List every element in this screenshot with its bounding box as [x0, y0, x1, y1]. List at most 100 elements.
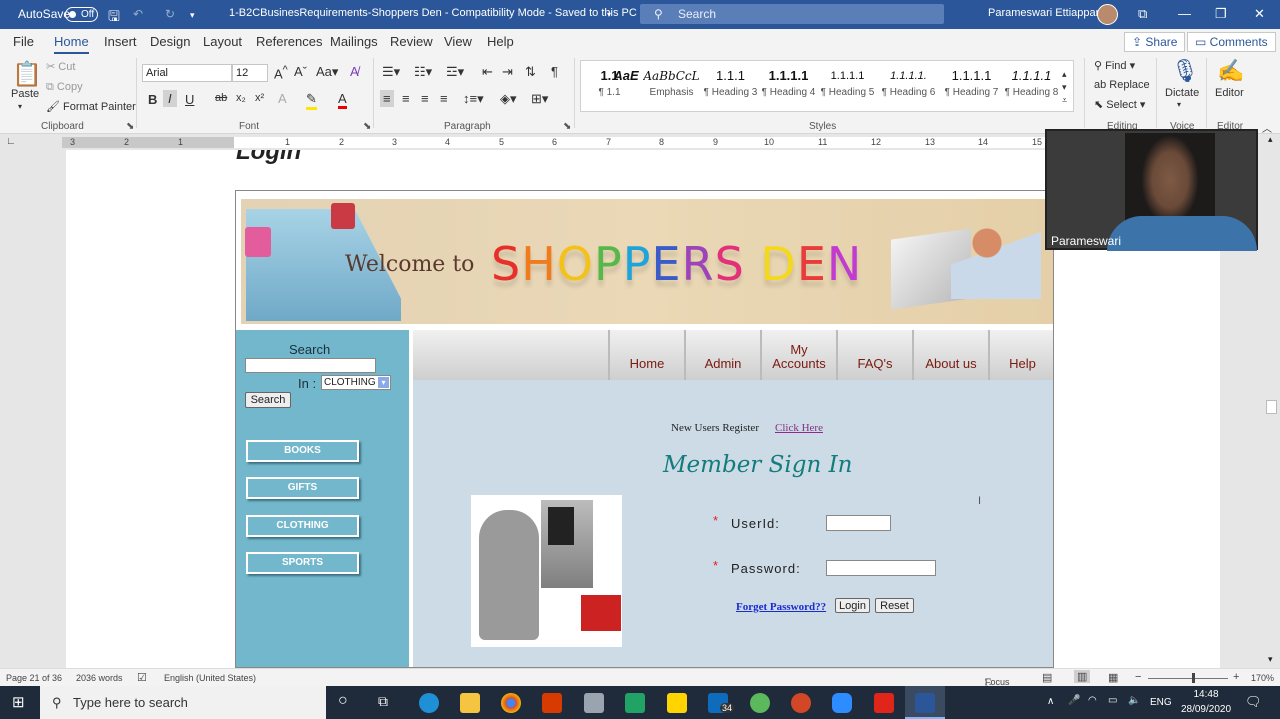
strikethrough-icon[interactable]: ab: [215, 92, 227, 104]
grow-font-icon[interactable]: A^: [274, 64, 288, 81]
page-count[interactable]: Page 21 of 36: [6, 673, 62, 683]
bold-icon[interactable]: B: [148, 92, 157, 107]
zoom-level[interactable]: 170%: [1251, 673, 1274, 683]
style-item[interactable]: AaE: [611, 65, 641, 87]
shrink-font-icon[interactable]: Aˇ: [294, 64, 307, 79]
language-indicator[interactable]: ENG: [1150, 697, 1172, 708]
close-icon[interactable]: ✕: [1254, 6, 1265, 22]
clear-formatting-icon[interactable]: A̸: [350, 64, 359, 79]
battery-icon[interactable]: ▭: [1108, 695, 1117, 706]
notifications-icon[interactable]: 🗨: [1245, 694, 1262, 710]
dictate-chevron-icon[interactable]: ▾: [1177, 100, 1181, 109]
clock-date[interactable]: 28/09/2020: [1176, 704, 1236, 715]
volume-icon[interactable]: 🔈: [1128, 695, 1140, 706]
font-size-select[interactable]: 12: [232, 64, 268, 82]
style-item[interactable]: 1.1.1.1. ¶ Heading 6: [880, 65, 937, 98]
underline-icon[interactable]: U: [185, 92, 194, 107]
nav-my-accounts[interactable]: My Accounts: [760, 330, 836, 380]
scroll-down-icon[interactable]: ▾: [1268, 654, 1273, 665]
style-item[interactable]: AaBbCcL Emphasis: [643, 65, 700, 98]
read-mode-icon[interactable]: ▤: [1042, 671, 1052, 684]
comments-button[interactable]: ▭ Comments: [1187, 32, 1276, 52]
office-icon[interactable]: [542, 693, 562, 713]
click-here-link[interactable]: Click Here: [775, 422, 823, 434]
proofing-icon[interactable]: ☑: [137, 671, 147, 684]
language[interactable]: English (United States): [164, 673, 256, 683]
replace-button[interactable]: ab Replace: [1094, 79, 1150, 91]
dictate-label[interactable]: Dictate: [1165, 87, 1199, 99]
find-button[interactable]: ⚲ Find ▾: [1094, 59, 1135, 72]
show-formatting-icon[interactable]: ¶: [551, 64, 558, 79]
password-input[interactable]: [826, 560, 936, 576]
style-item[interactable]: 1.1.1.1 ¶ Heading 8: [1003, 65, 1060, 98]
paste-icon[interactable]: 📋: [12, 60, 42, 89]
site-search-input[interactable]: [245, 358, 376, 373]
reset-button[interactable]: Reset: [875, 598, 914, 613]
minimize-icon[interactable]: —: [1178, 6, 1191, 21]
styles-scroll-icon[interactable]: ▴ ▾ ⩡: [1062, 68, 1067, 107]
superscript-icon[interactable]: x²: [255, 92, 264, 104]
search-box[interactable]: ⚲ Search: [640, 4, 944, 24]
scroll-up-icon[interactable]: ▴: [1268, 134, 1273, 145]
nav-help[interactable]: Help: [988, 330, 1053, 380]
save-icon[interactable]: 🖫: [108, 6, 120, 30]
nav-faqs[interactable]: FAQ's: [836, 330, 912, 380]
sort-icon[interactable]: ⇅: [525, 64, 536, 80]
word-taskbar-button[interactable]: [905, 686, 945, 719]
print-layout-icon[interactable]: ▥: [1074, 670, 1091, 683]
redo-icon[interactable]: ↻: [165, 7, 175, 21]
share-button[interactable]: ⇪ Share: [1124, 32, 1186, 52]
tab-layout[interactable]: Layout: [203, 34, 242, 49]
customize-qat-icon[interactable]: ▾: [190, 10, 195, 21]
app-icon[interactable]: [750, 693, 770, 713]
powerpoint-icon[interactable]: [791, 693, 811, 713]
webcam-overlay[interactable]: Parameswari: [1045, 129, 1258, 251]
undo-icon[interactable]: ↶: [133, 7, 143, 21]
avatar[interactable]: [1097, 4, 1118, 25]
align-left-icon[interactable]: ≡: [380, 90, 394, 107]
store-icon[interactable]: [584, 693, 604, 713]
tab-view[interactable]: View: [444, 34, 472, 49]
tab-file[interactable]: File: [13, 34, 34, 49]
forget-password-link[interactable]: Forget Password??: [736, 601, 826, 613]
microphone-tray-icon[interactable]: 🎤: [1068, 695, 1080, 706]
borders-icon[interactable]: ⊞▾: [531, 91, 548, 107]
line-spacing-icon[interactable]: ↕≡▾: [463, 91, 484, 107]
italic-icon[interactable]: I: [163, 90, 177, 107]
highlight-icon[interactable]: ✎: [306, 91, 317, 110]
acrobat-icon[interactable]: [874, 693, 894, 713]
cut-button[interactable]: ✂ Cut: [46, 60, 75, 73]
clothing-button[interactable]: CLOTHING: [246, 515, 359, 537]
tab-design[interactable]: Design: [150, 34, 190, 49]
user-name[interactable]: Parameswari Ettiappan: [988, 7, 1102, 19]
nav-admin[interactable]: Admin: [684, 330, 760, 380]
tray-chevron-icon[interactable]: ∧: [1047, 696, 1054, 707]
sports-button[interactable]: SPORTS: [246, 552, 359, 574]
shading-icon[interactable]: ◈▾: [500, 91, 517, 107]
edge-icon[interactable]: [419, 693, 439, 713]
paste-chevron-icon[interactable]: ▾: [18, 102, 22, 111]
word-count[interactable]: 2036 words: [76, 673, 123, 683]
change-case-icon[interactable]: Aa▾: [316, 64, 338, 80]
editor-icon[interactable]: ✍: [1217, 58, 1244, 84]
taskbar-search[interactable]: ⚲ Type here to search: [40, 686, 326, 719]
increase-indent-icon[interactable]: ⇥: [502, 64, 513, 80]
editor-label[interactable]: Editor: [1215, 87, 1244, 99]
align-right-icon[interactable]: ≡: [421, 91, 429, 106]
web-layout-icon[interactable]: ▦: [1108, 671, 1118, 684]
tab-mailings[interactable]: Mailings: [330, 34, 378, 49]
scroll-thumb[interactable]: [1266, 400, 1277, 414]
justify-icon[interactable]: ≡: [440, 91, 448, 106]
books-button[interactable]: BOOKS: [246, 440, 359, 462]
zoom-icon[interactable]: [832, 693, 852, 713]
decrease-indent-icon[interactable]: ⇤: [482, 64, 493, 80]
nav-home[interactable]: Home: [608, 330, 684, 380]
site-search-button[interactable]: Search: [245, 392, 291, 408]
select-button[interactable]: ⬉ Select ▾: [1094, 98, 1145, 111]
subscript-icon[interactable]: x₂: [236, 92, 246, 104]
zoom-slider[interactable]: [1148, 678, 1228, 679]
style-item[interactable]: 1.1.1 ¶ Heading 3: [702, 65, 759, 98]
gifts-button[interactable]: GIFTS: [246, 477, 359, 499]
bullets-icon[interactable]: ☰▾: [382, 64, 400, 80]
category-select[interactable]: CLOTHING ▾: [321, 375, 391, 390]
